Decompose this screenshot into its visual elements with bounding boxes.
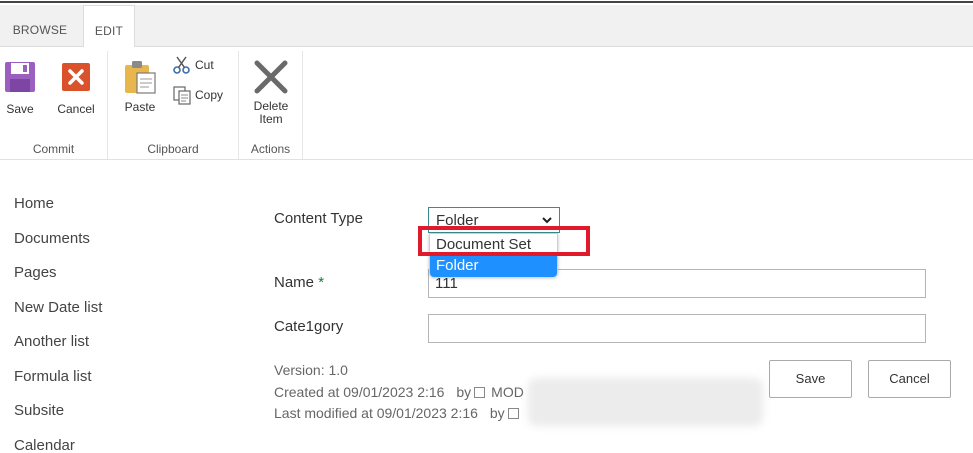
ribbon: Save Cancel Commit Paste Cut Copy Clipbo… (0, 47, 973, 160)
nav-item-documents[interactable]: Documents (14, 227, 102, 262)
cancel-x-icon (62, 63, 90, 91)
tab-browse[interactable]: BROWSE (0, 5, 80, 47)
dropdown-option-folder[interactable]: Folder (430, 256, 557, 277)
save-button[interactable]: Save (769, 360, 852, 398)
name-field-label: Name * (274, 274, 324, 291)
ribbon-group-actions: Delete Item Actions (239, 47, 302, 160)
category-field-label: Cate1gory (274, 318, 344, 335)
version-text: Version: 1.0 (274, 362, 348, 378)
dropdown-option-document-set[interactable]: Document Set (430, 235, 557, 256)
group-label-actions: Actions (250, 142, 291, 156)
created-user[interactable]: MOD (491, 384, 524, 400)
modified-by-text: by (489, 405, 505, 421)
created-by-text: by (456, 384, 472, 400)
required-marker: * (318, 274, 325, 291)
content-type-selected-value: Folder (436, 212, 479, 229)
created-text: Created at 09/01/2023 2:16 (274, 384, 445, 400)
nav-item-subsite[interactable]: Subsite (14, 399, 102, 434)
save-ribbon-label: Save (6, 102, 34, 116)
name-label-text: Name (274, 274, 315, 291)
group-label-clipboard: Clipboard (147, 142, 199, 156)
modified-text: Last modified at 09/01/2023 2:16 (274, 405, 478, 421)
group-divider (302, 51, 303, 159)
content-type-select[interactable]: Folder (428, 207, 560, 233)
cancel-button[interactable]: Cancel (868, 360, 951, 398)
nav-item-new-date-list[interactable]: New Date list (14, 296, 102, 331)
copy-ribbon-button[interactable]: Copy (172, 85, 223, 105)
nav-item-another-list[interactable]: Another list (14, 330, 102, 365)
delete-x-icon (254, 60, 288, 94)
nav-item-formula-list[interactable]: Formula list (14, 365, 102, 400)
copy-icon (173, 86, 191, 105)
category-input[interactable] (428, 314, 926, 343)
chevron-down-icon (542, 217, 552, 224)
save-ribbon-button[interactable]: Save (3, 61, 37, 116)
ribbon-group-clipboard: Paste Cut Copy Clipboard (108, 47, 238, 160)
cancel-ribbon-label: Cancel (57, 102, 95, 116)
delete-ribbon-label-line2: Item (259, 112, 283, 126)
redacted-user-area (528, 378, 763, 426)
presence-indicator (507, 408, 519, 419)
group-label-commit: Commit (32, 142, 75, 156)
delete-item-ribbon-button[interactable]: Delete Item (247, 59, 295, 126)
paste-ribbon-label: Paste (124, 100, 156, 114)
quick-launch-nav: Home Documents Pages New Date list Anoth… (14, 192, 102, 453)
modified-info: Last modified at 09/01/2023 2:16 by (274, 405, 525, 421)
ribbon-group-commit: Save Cancel Commit (0, 47, 107, 160)
tab-edit[interactable]: EDIT (83, 5, 135, 48)
nav-item-home[interactable]: Home (14, 192, 102, 227)
cut-ribbon-label: Cut (195, 58, 214, 72)
cancel-ribbon-button[interactable]: Cancel (54, 61, 98, 116)
presence-indicator (474, 387, 486, 398)
paste-ribbon-button[interactable]: Paste (120, 59, 160, 114)
content-type-label: Content Type (274, 210, 363, 227)
nav-item-pages[interactable]: Pages (14, 261, 102, 296)
scissors-icon (173, 56, 190, 74)
content-type-dropdown-list: Document Set Folder (429, 233, 558, 277)
created-info: Created at 09/01/2023 2:16 by MOD (274, 384, 524, 400)
ribbon-tab-bar: BROWSE EDIT (0, 5, 973, 48)
paste-clipboard-icon (125, 61, 156, 94)
cut-ribbon-button[interactable]: Cut (172, 55, 214, 75)
save-disk-icon (5, 62, 35, 92)
copy-ribbon-label: Copy (195, 88, 224, 102)
nav-item-calendar[interactable]: Calendar (14, 434, 102, 453)
top-border (0, 0, 973, 3)
